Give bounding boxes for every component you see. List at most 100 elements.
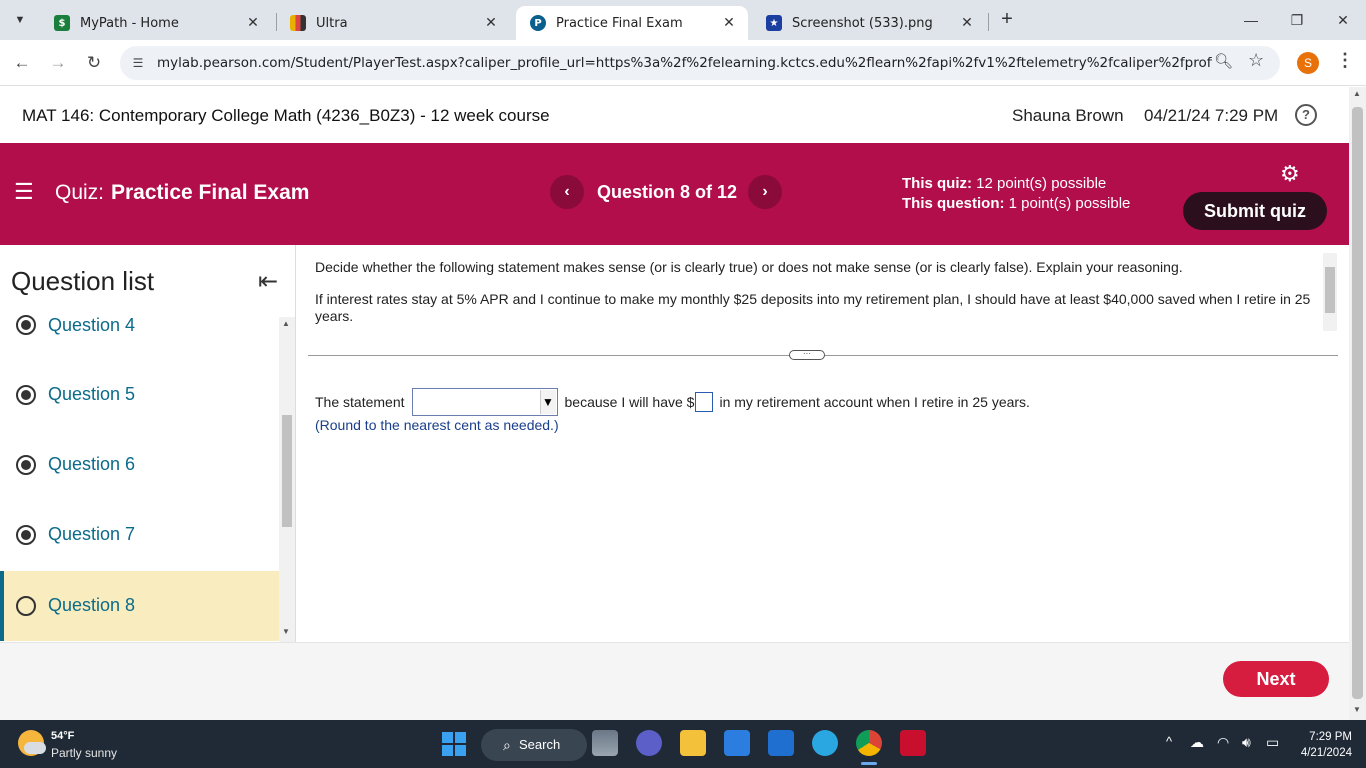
close-tab-icon[interactable]: ✕ bbox=[244, 15, 262, 31]
help-icon[interactable]: ? bbox=[1295, 104, 1317, 126]
microsoft-store-icon[interactable] bbox=[724, 730, 750, 756]
myhp-icon[interactable] bbox=[768, 730, 794, 756]
battery-icon[interactable]: ▭ bbox=[1266, 734, 1279, 751]
question-list-item-5[interactable]: Question 5 bbox=[0, 360, 279, 430]
windows-taskbar: 54°F Partly sunny ⌕ Search ^ ☁ ◠ 🔊︎ ▭ 7:… bbox=[0, 720, 1366, 768]
url-text[interactable]: mylab.pearson.com/Student/PlayerTest.asp… bbox=[157, 55, 1212, 71]
tab-ultra[interactable]: Ultra ✕ bbox=[276, 6, 510, 40]
statement-scroll-thumb[interactable] bbox=[1325, 267, 1335, 313]
weather-description[interactable]: Partly sunny bbox=[51, 746, 117, 760]
forward-arrow-icon[interactable]: → bbox=[45, 50, 71, 76]
answer-prefix: The statement bbox=[315, 394, 405, 410]
dropdown-arrow-icon[interactable]: ▼ bbox=[539, 390, 556, 414]
search-label: Search bbox=[519, 737, 561, 752]
question-points-label: This question: bbox=[902, 195, 1005, 212]
question-list-scroll-thumb[interactable] bbox=[282, 415, 292, 527]
profile-avatar[interactable]: S bbox=[1297, 52, 1319, 74]
back-arrow-icon[interactable]: ← bbox=[9, 50, 35, 76]
new-tab-icon[interactable]: + bbox=[996, 8, 1018, 30]
taskbar-search-button[interactable]: ⌕ Search bbox=[481, 729, 587, 761]
hamburger-menu-icon[interactable]: ☰ bbox=[14, 179, 34, 205]
zoom-magnifier-icon[interactable]: 🔍︎ bbox=[1214, 52, 1233, 70]
page-scroll-down-icon[interactable]: ▼ bbox=[1353, 705, 1361, 714]
tab-mypath-home[interactable]: $ MyPath - Home ✕ bbox=[40, 6, 272, 40]
task-view-icon[interactable] bbox=[592, 730, 618, 756]
date-time: 04/21/24 7:29 PM bbox=[1144, 106, 1279, 125]
scroll-down-icon[interactable]: ▼ bbox=[282, 627, 290, 636]
close-tab-icon[interactable]: ✕ bbox=[720, 15, 738, 31]
page-scroll-up-icon[interactable]: ▲ bbox=[1353, 89, 1361, 98]
question-list-item-4[interactable]: Question 4 bbox=[0, 289, 279, 359]
onedrive-icon[interactable]: ☁ bbox=[1190, 734, 1204, 751]
system-clock[interactable]: 7:29 PM 4/21/2024 bbox=[1296, 729, 1352, 761]
chrome-icon[interactable] bbox=[856, 730, 882, 756]
quiz-banner: ☰ Quiz: Practice Final Exam ‹ Question 8… bbox=[0, 143, 1349, 245]
tab-title: Screenshot (533).png bbox=[792, 15, 933, 31]
close-tab-icon[interactable]: ✕ bbox=[482, 15, 500, 31]
minimize-icon[interactable]: — bbox=[1228, 6, 1274, 34]
answer-row: The statement ▼ because I will have $ in… bbox=[315, 388, 1030, 416]
next-button[interactable]: Next bbox=[1223, 661, 1329, 697]
close-window-icon[interactable]: ✕ bbox=[1320, 6, 1366, 34]
mcafee-icon[interactable] bbox=[900, 730, 926, 756]
unanswered-radio-icon bbox=[16, 596, 36, 616]
address-bar[interactable]: ☰ mylab.pearson.com/Student/PlayerTest.a… bbox=[120, 46, 1280, 80]
ultra-favicon-icon bbox=[290, 15, 306, 31]
mypath-favicon-icon: $ bbox=[54, 15, 70, 31]
site-info-icon[interactable]: ☰ bbox=[128, 53, 148, 73]
quiz-label: Quiz: bbox=[55, 181, 105, 204]
tab-screenshot[interactable]: ★ Screenshot (533).png ✕ bbox=[752, 6, 986, 40]
page-scrollbar[interactable]: ▲ ▼ bbox=[1349, 87, 1366, 720]
settings-gear-icon[interactable]: ⚙ bbox=[1280, 161, 1300, 187]
user-name: Shauna Brown bbox=[1012, 106, 1124, 125]
tab-title: Ultra bbox=[316, 15, 348, 31]
bookmark-star-icon[interactable]: ☆ bbox=[1248, 50, 1264, 71]
restore-icon[interactable]: ❐ bbox=[1274, 6, 1320, 34]
points-info: This quiz: 12 point(s) possible This que… bbox=[902, 174, 1130, 214]
pane-resize-handle[interactable]: ··· bbox=[789, 350, 825, 360]
reload-icon[interactable]: ↻ bbox=[81, 50, 107, 76]
question-label: Question 5 bbox=[48, 384, 136, 404]
question-list-item-6[interactable]: Question 6 bbox=[0, 430, 279, 500]
quiz-name: Practice Final Exam bbox=[111, 181, 310, 204]
teams-chat-icon[interactable] bbox=[636, 730, 662, 756]
windows-start-icon[interactable] bbox=[442, 732, 466, 756]
question-label: Question 8 bbox=[48, 595, 136, 615]
course-header: MAT 146: Contemporary College Math (4236… bbox=[0, 87, 1349, 143]
answer-middle: because I will have $ bbox=[564, 394, 695, 410]
question-list-item-7[interactable]: Question 7 bbox=[0, 500, 279, 570]
tab-practice-final-exam[interactable]: P Practice Final Exam ✕ bbox=[516, 6, 748, 40]
wifi-icon[interactable]: ◠ bbox=[1217, 734, 1229, 751]
tab-title: Practice Final Exam bbox=[556, 15, 683, 31]
question-content: Decide whether the following statement m… bbox=[297, 245, 1349, 642]
next-question-button[interactable]: › bbox=[748, 175, 782, 209]
show-hidden-icons[interactable]: ^ bbox=[1166, 734, 1172, 749]
clock-date: 4/21/2024 bbox=[1300, 747, 1352, 759]
tab-search-chevron-icon[interactable]: ▼ bbox=[8, 8, 32, 32]
quiz-footer: Next bbox=[0, 642, 1349, 720]
question-list-item-8[interactable]: Question 8 bbox=[0, 571, 279, 641]
close-tab-icon[interactable]: ✕ bbox=[958, 15, 976, 31]
tab-title: MyPath - Home bbox=[80, 15, 179, 31]
previous-question-button[interactable]: ‹ bbox=[550, 175, 584, 209]
submit-quiz-button[interactable]: Submit quiz bbox=[1183, 192, 1327, 230]
weather-sun-cloud-icon[interactable] bbox=[18, 730, 46, 756]
page-scroll-thumb[interactable] bbox=[1352, 107, 1363, 699]
browser-menu-icon[interactable]: ⋮ bbox=[1336, 50, 1354, 71]
temperature[interactable]: 54°F bbox=[51, 730, 74, 742]
question-position: Question 8 of 12 bbox=[597, 182, 738, 202]
answered-radio-icon bbox=[16, 315, 36, 335]
browser-tab-strip: ▼ $ MyPath - Home ✕ Ultra ✕ P Practice F… bbox=[0, 0, 1366, 40]
pearson-favicon-icon: P bbox=[530, 15, 546, 31]
scroll-up-icon[interactable]: ▲ bbox=[282, 319, 290, 328]
quiz-points-label: This quiz: bbox=[902, 175, 972, 192]
answered-radio-icon bbox=[16, 455, 36, 475]
question-label: Question 7 bbox=[48, 524, 136, 544]
volume-icon[interactable]: 🔊︎ bbox=[1242, 734, 1251, 751]
question-instruction: Decide whether the following statement m… bbox=[315, 259, 1183, 275]
get-help-icon[interactable] bbox=[812, 730, 838, 756]
file-explorer-icon[interactable] bbox=[680, 730, 706, 756]
amount-input[interactable] bbox=[695, 392, 714, 412]
statement-judgment-dropdown[interactable]: ▼ bbox=[411, 388, 558, 416]
question-points: 1 point(s) possible bbox=[1008, 195, 1131, 212]
